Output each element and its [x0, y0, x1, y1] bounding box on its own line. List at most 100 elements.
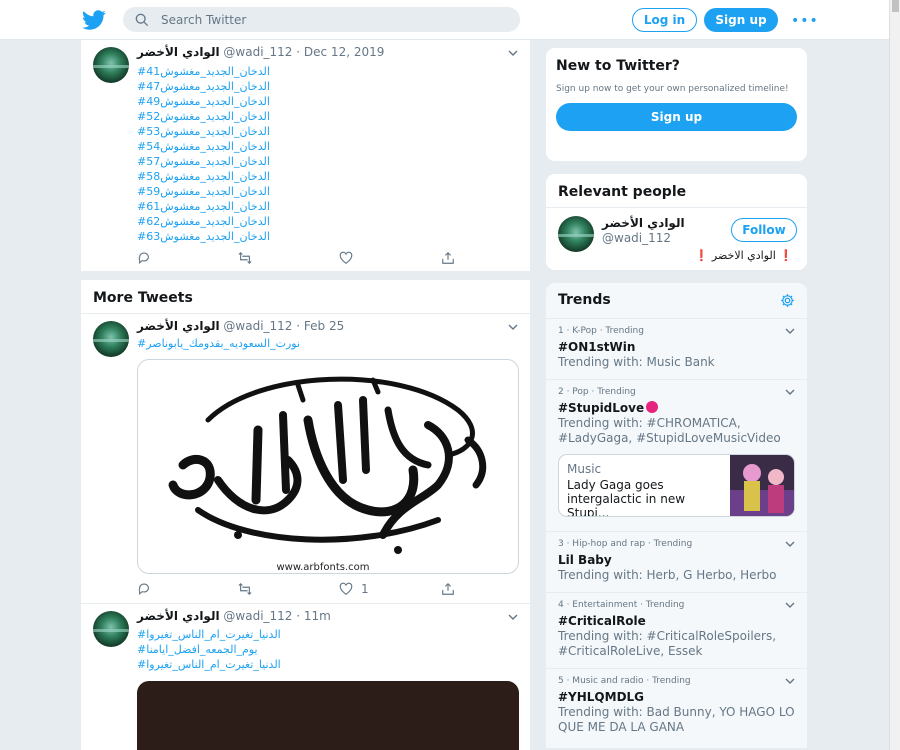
hashtag-link[interactable]: #الدخان_الجديد_مغشوش63 — [137, 229, 270, 244]
news-card[interactable]: Music Lady Gaga goes intergalactic in ne… — [558, 454, 795, 517]
trend-context: 3 · Hip-hop and rap · Trending — [558, 539, 693, 549]
twitter-bird-icon[interactable] — [82, 8, 106, 32]
hashtag-link[interactable]: #الدخان_الجديد_مغشوش54 — [137, 139, 270, 154]
hashtag-link[interactable]: #الدخان_الجديد_مغشوش61 — [137, 199, 270, 214]
tweet-date[interactable]: · 11m — [296, 609, 331, 623]
more-tweets-heading: More Tweets — [81, 280, 530, 314]
news-title: Lady Gaga goes intergalactic in new Stup… — [567, 478, 686, 517]
follow-button[interactable]: Follow — [731, 218, 797, 242]
login-button[interactable]: Log in — [632, 8, 697, 32]
signup-big-button[interactable]: Sign up — [556, 103, 797, 131]
tweet-author-name[interactable]: الوادي الأخضر — [137, 609, 220, 623]
hashtag-link[interactable]: #الدخان_الجديد_مغشوش47 — [137, 79, 270, 94]
hashtag-link[interactable]: #الدخان_الجديد_مغشوش53 — [137, 124, 270, 139]
avatar[interactable] — [93, 611, 129, 647]
heart-emoji-icon — [646, 401, 659, 413]
tweet-author-handle[interactable]: @wadi_112 — [223, 45, 292, 59]
relevant-people-title: Relevant people — [546, 174, 807, 208]
tweet-date[interactable]: · Dec 12, 2019 — [296, 45, 384, 59]
hashtag-link[interactable]: #الدنيا_تغيرت_ام_الناس_تغيروا — [137, 657, 281, 672]
like-button[interactable]: 1 — [339, 582, 369, 596]
timeline: الوادي الأخضر @wadi_112 · Dec 12, 2019 #… — [81, 40, 530, 750]
tweet[interactable]: الوادي الأخضر @wadi_112 · Dec 12, 2019 #… — [81, 40, 530, 272]
chevron-down-icon[interactable] — [785, 326, 795, 336]
hashtag-link[interactable]: #الدنيا_تغيرت_ام_الناس_تغيروا — [137, 627, 281, 642]
trend-with: Trending with: Music Bank — [558, 355, 715, 369]
chevron-down-icon[interactable] — [508, 322, 518, 332]
hashtag-link[interactable]: #الدخان_الجديد_مغشوش59 — [137, 184, 270, 199]
trend-context: 1 · K-Pop · Trending — [558, 326, 644, 336]
chevron-down-icon[interactable] — [785, 539, 795, 549]
tweet[interactable]: الوادي الأخضر @wadi_112 · 11m #الدنيا_تغ… — [81, 604, 530, 750]
trend-with: Trending with: Herb, G Herbo, Herbo — [558, 568, 777, 582]
trend-with: Trending with: #CriticalRoleSpoilers, #C… — [558, 629, 777, 658]
trend-name[interactable]: Lil Baby — [558, 552, 795, 568]
trend-item[interactable]: 2 · Pop · Trending #StupidLove Trending … — [546, 380, 807, 532]
tweet-author-handle[interactable]: @wadi_112 — [223, 319, 292, 333]
avatar[interactable] — [93, 321, 129, 357]
gear-icon[interactable] — [780, 293, 795, 308]
media-caption: www.arbfonts.com — [276, 562, 369, 573]
tweet-author-handle[interactable]: @wadi_112 — [223, 609, 292, 623]
avatar-image — [93, 47, 129, 83]
news-thumbnail — [730, 455, 794, 516]
retweet-button[interactable] — [238, 251, 252, 265]
trend-name[interactable]: #CriticalRole — [558, 613, 795, 629]
like-button[interactable] — [339, 251, 353, 265]
person-name[interactable]: الوادي الأخضر — [602, 216, 685, 230]
hashtag-link[interactable]: #يوم_الجمعه_افضل_ايامنا — [137, 642, 281, 657]
trend-name[interactable]: #StupidLove — [558, 400, 795, 416]
signup-button[interactable]: Sign up — [704, 8, 778, 32]
reply-icon — [138, 252, 149, 265]
avatar[interactable] — [558, 216, 594, 252]
chevron-down-icon[interactable] — [785, 600, 795, 610]
heart-icon — [339, 582, 353, 595]
trend-name-text: #StupidLove — [558, 401, 645, 415]
tweet-author-name[interactable]: الوادي الأخضر — [137, 45, 220, 59]
hashtag-link[interactable]: #نورت_السعوديه_بقدومك_يابوناصر — [137, 336, 300, 351]
hashtag-link[interactable]: #الدخان_الجديد_مغشوش58 — [137, 169, 270, 184]
share-button[interactable] — [441, 251, 455, 265]
search-box[interactable] — [123, 7, 520, 32]
reply-icon — [138, 583, 149, 596]
trend-name[interactable]: #ON1stWin — [558, 339, 795, 355]
chevron-down-icon[interactable] — [508, 48, 518, 58]
hashtag-link[interactable]: #الدخان_الجديد_مغشوش57 — [137, 154, 270, 169]
person-handle[interactable]: @wadi_112 — [602, 231, 671, 245]
tweet-text: #الدنيا_تغيرت_ام_الناس_تغيروا #يوم_الجمع… — [137, 627, 281, 672]
share-button[interactable] — [441, 582, 455, 596]
scrollbar-thumb[interactable] — [892, 0, 899, 12]
trend-item[interactable]: 1 · K-Pop · Trending #ON1stWin Trending … — [546, 319, 807, 380]
heart-icon — [339, 251, 353, 264]
exclamation-icon: ❗ — [779, 249, 793, 262]
trends-header: Trends — [546, 283, 807, 319]
retweet-button[interactable] — [238, 582, 252, 596]
reply-button[interactable] — [137, 582, 151, 596]
avatar-image — [93, 321, 129, 357]
chevron-down-icon[interactable] — [785, 387, 795, 397]
chevron-down-icon[interactable] — [508, 612, 518, 622]
trend-item[interactable]: 5 · Music and radio · Trending #YHLQMDLG… — [546, 669, 807, 749]
trends-card: Trends 1 · K-Pop · Trending #ON1stWin Tr… — [545, 282, 808, 750]
hashtag-link[interactable]: #الدخان_الجديد_مغشوش49 — [137, 94, 270, 109]
reply-button[interactable] — [137, 251, 151, 265]
relevant-people-card: Relevant people الوادي الأخضر @wadi_112 … — [545, 173, 808, 271]
hashtag-link[interactable]: #الدخان_الجديد_مغشوش41 — [137, 64, 270, 79]
tweet[interactable]: الوادي الأخضر @wadi_112 · Feb 25 #نورت_ا… — [81, 314, 530, 604]
tweet-header: الوادي الأخضر @wadi_112 · Feb 25 — [137, 319, 344, 333]
trend-item[interactable]: 4 · Entertainment · Trending #CriticalRo… — [546, 593, 807, 669]
tweet-media-image[interactable] — [137, 681, 519, 750]
search-input[interactable] — [161, 12, 491, 27]
avatar[interactable] — [93, 47, 129, 83]
hashtag-link[interactable]: #الدخان_الجديد_مغشوش52 — [137, 109, 270, 124]
tweet-media-image[interactable]: www.arbfonts.com — [137, 359, 519, 574]
trend-item[interactable]: 3 · Hip-hop and rap · Trending Lil Baby … — [546, 532, 807, 593]
new-to-twitter-text: Sign up now to get your own personalized… — [556, 84, 789, 94]
hashtag-link[interactable]: #الدخان_الجديد_مغشوش62 — [137, 214, 270, 229]
trend-name[interactable]: #YHLQMDLG — [558, 689, 795, 705]
scrollbar[interactable] — [889, 0, 900, 750]
tweet-author-name[interactable]: الوادي الأخضر — [137, 319, 220, 333]
more-menu-icon[interactable]: ••• — [791, 13, 819, 29]
chevron-down-icon[interactable] — [785, 676, 795, 686]
tweet-date[interactable]: · Feb 25 — [296, 319, 344, 333]
